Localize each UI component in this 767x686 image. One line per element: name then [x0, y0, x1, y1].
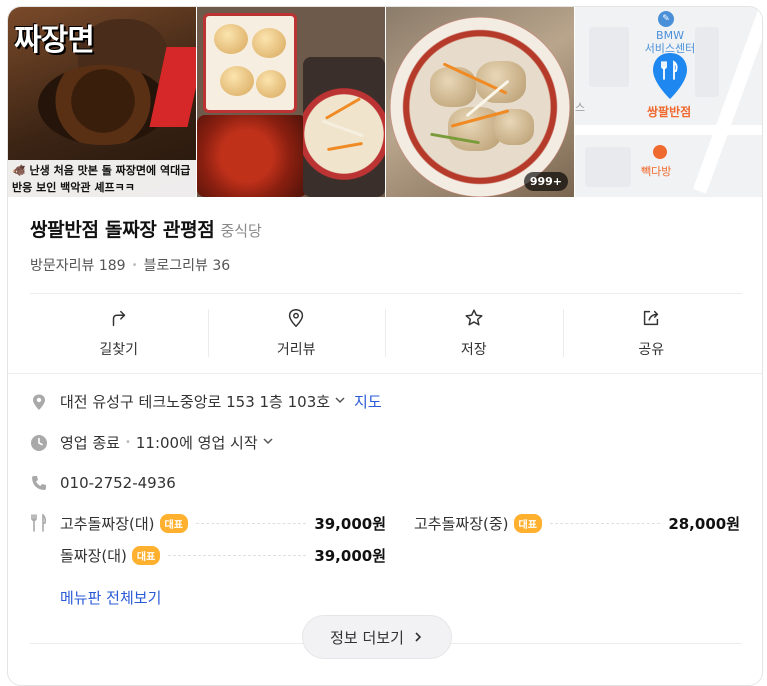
location-pin-icon: [30, 393, 48, 411]
menu-item[interactable]: 고추돌짜장(중) 대표 28,000원: [414, 513, 740, 534]
save-label: 저장: [460, 342, 487, 358]
street-view-label: 거리뷰: [276, 342, 316, 358]
phone-row[interactable]: 010-2752-4936: [30, 474, 176, 492]
thumbnail-caption: 🐗 난생 처음 맛본 돌 짜장면에 역대급 반응 보인 백악관 셰프ㅋㅋ: [8, 160, 196, 197]
chevron-down-icon[interactable]: [262, 435, 274, 450]
menu-item-name: 고추돌짜장(대): [60, 515, 155, 533]
dumpling-tray: [203, 13, 297, 113]
dotted-leader: [549, 523, 661, 524]
separator-dot: •: [131, 259, 138, 271]
blog-review-link[interactable]: 블로그리뷰 36: [143, 255, 230, 275]
menu-item-price: 39,000원: [314, 515, 386, 533]
noodle-bowl: [38, 65, 168, 145]
map-building: [585, 147, 631, 187]
menu-item-price: 39,000원: [314, 547, 386, 565]
separator-dot: •: [124, 437, 131, 448]
photo-video-thumbnail[interactable]: 짜장면 🐗 난생 처음 맛본 돌 짜장면에 역대급 반응 보인 백악관 셰프ㅋㅋ: [8, 7, 196, 197]
map-building: [589, 27, 629, 87]
thumbnail-title: 짜장면: [14, 23, 95, 58]
chevron-right-icon: [415, 632, 422, 642]
directions-icon: [112, 310, 125, 327]
menu-item[interactable]: 고추돌짜장(대) 대표 39,000원: [60, 513, 386, 534]
wrench-icon: ✎: [658, 11, 674, 27]
phone-number[interactable]: 010-2752-4936: [60, 474, 176, 492]
dotted-leader: [195, 523, 307, 524]
signature-tag: 대표: [513, 514, 542, 533]
map-pin-icon: [653, 53, 687, 99]
cafe-icon: [653, 145, 667, 159]
review-counts: 방문자리뷰 189 • 블로그리뷰 36: [30, 255, 230, 275]
menu-item-name: 고추돌짜장(중): [414, 515, 509, 533]
clock-icon: [30, 434, 48, 452]
side-tray: [303, 57, 385, 197]
divider: [30, 293, 742, 294]
photo-dishes[interactable]: [197, 7, 385, 197]
street-view-icon: [289, 309, 304, 328]
signature-tag: 대표: [131, 546, 161, 565]
place-title: 쌍팔반점 돌짜장 관평점 중식당: [30, 215, 262, 242]
photo-strip[interactable]: 짜장면 🐗 난생 처음 맛본 돌 짜장면에 역대급 반응 보인 백악관 셰프ㅋㅋ: [8, 7, 762, 197]
divider: [8, 373, 762, 374]
menu-item-name: 돌짜장(대): [60, 547, 127, 565]
map-link[interactable]: 지도: [354, 391, 382, 412]
map-road: [575, 125, 762, 135]
hours-status: 영업 종료: [60, 434, 120, 452]
visitor-review-link[interactable]: 방문자리뷰 189: [30, 255, 126, 275]
map-poi-partial: 스: [575, 101, 586, 114]
share-label: 공유: [638, 342, 665, 358]
action-bar: 길찾기 거리뷰 저장 공유: [30, 303, 740, 363]
map-poi-cafe: 빽다방: [641, 165, 672, 178]
hours-detail: 11:00에 영업 시작: [135, 434, 258, 452]
utensils-icon: [30, 513, 48, 532]
directions-button[interactable]: 길찾기: [30, 303, 208, 363]
place-name[interactable]: 쌍팔반점 돌짜장 관평점: [30, 215, 215, 242]
chevron-down-icon[interactable]: [334, 394, 346, 409]
plate: [390, 17, 570, 197]
place-card: 짜장면 🐗 난생 처음 맛본 돌 짜장면에 역대급 반응 보인 백악관 셰프ㅋㅋ: [7, 6, 763, 686]
save-button[interactable]: 저장: [385, 303, 563, 363]
hours-row[interactable]: 영업 종료 • 11:00에 영업 시작: [30, 432, 274, 453]
mini-map[interactable]: ✎ BMW 서비스센터 스 쌍팔반점 빽다방: [575, 7, 762, 197]
menu-item-price: 28,000원: [668, 515, 740, 533]
phone-icon: [30, 474, 48, 492]
street-view-button[interactable]: 거리뷰: [207, 303, 386, 363]
map-poi-restaurant: 쌍팔반점: [647, 105, 692, 119]
signature-tag: 대표: [159, 514, 188, 533]
place-category: 중식당: [220, 222, 262, 240]
sweet-sour-pork: [197, 115, 307, 197]
view-full-menu-link[interactable]: 메뉴판 전체보기: [60, 587, 161, 608]
dotted-leader: [168, 555, 307, 556]
star-icon: [465, 309, 483, 326]
address-text[interactable]: 대전 유성구 테크노중앙로 153 1층 103호: [60, 391, 330, 412]
share-icon: [644, 310, 659, 326]
share-button[interactable]: 공유: [562, 303, 741, 363]
address-row: 대전 유성구 테크노중앙로 153 1층 103호 지도: [30, 391, 382, 412]
more-info-button[interactable]: 정보 더보기: [302, 615, 452, 659]
menu-item[interactable]: 돌짜장(대) 대표 39,000원: [60, 545, 386, 566]
more-info-label: 정보 더보기: [330, 628, 404, 647]
photo-fried-dish[interactable]: 999+: [386, 7, 574, 197]
photo-count-badge: 999+: [523, 172, 568, 191]
directions-label: 길찾기: [99, 342, 139, 358]
